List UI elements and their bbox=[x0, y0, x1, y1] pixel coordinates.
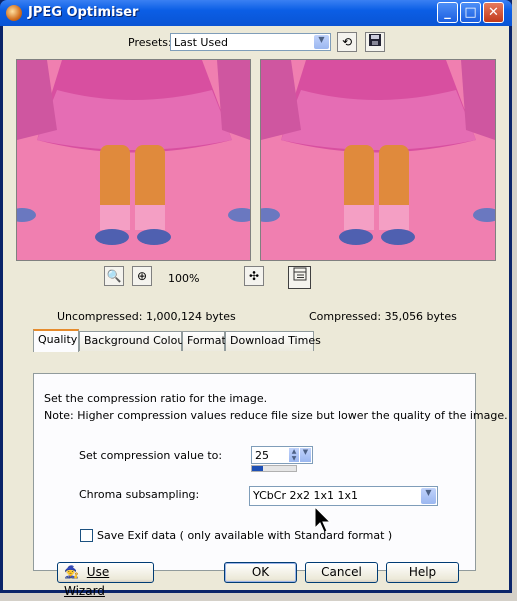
dialog-window: JPEG Optimiser _ □ ✕ Presets: Last Used … bbox=[0, 0, 512, 598]
chevron-down-icon[interactable]: ▼ bbox=[300, 448, 311, 462]
compression-value: 25 bbox=[255, 449, 269, 462]
zoom-out-button[interactable]: 🔍 bbox=[104, 266, 124, 286]
tab-background-colour[interactable]: Background Colour bbox=[79, 331, 189, 351]
presets-select[interactable]: Last Used ▼ bbox=[170, 33, 331, 51]
tab-format[interactable]: Format bbox=[182, 331, 226, 351]
chevron-down-icon[interactable]: ▼ bbox=[314, 35, 329, 49]
quality-panel: Set the compression ratio for the image.… bbox=[33, 373, 508, 571]
chevron-down-icon[interactable]: ▼ bbox=[421, 488, 436, 504]
undo-arrow-icon: ⟲ bbox=[341, 35, 353, 49]
exif-label: Save Exif data ( only available with Sta… bbox=[97, 529, 393, 542]
close-button[interactable]: ✕ bbox=[483, 2, 504, 23]
exif-checkbox[interactable] bbox=[80, 529, 93, 542]
zoom-in-button[interactable]: ⊕ bbox=[132, 266, 152, 286]
cancel-button[interactable]: Cancel bbox=[305, 562, 378, 583]
optimised-preview[interactable] bbox=[260, 59, 496, 261]
spin-up-down-icon[interactable]: ▲ ▼ bbox=[289, 448, 299, 462]
presets-label: Presets: bbox=[128, 36, 172, 49]
tab-strip: Quality Background Colour Format Downloa… bbox=[33, 329, 473, 353]
use-wizard-button[interactable]: 🧙 Use Wizard bbox=[57, 562, 154, 598]
minimize-button[interactable]: _ bbox=[437, 2, 458, 23]
quality-note: Note: Higher compression values reduce f… bbox=[44, 409, 508, 422]
chroma-label: Chroma subsampling: bbox=[79, 488, 200, 501]
wizard-hat-icon: 🧙 bbox=[64, 565, 79, 579]
compression-slider-fill bbox=[252, 466, 263, 471]
maximize-button[interactable]: □ bbox=[460, 2, 481, 23]
magnifier-plus-icon: ⊕ bbox=[136, 269, 148, 283]
uncompressed-size: Uncompressed: 1,000,124 bytes bbox=[57, 310, 236, 323]
ok-button[interactable]: OK bbox=[224, 562, 297, 583]
original-preview[interactable] bbox=[16, 59, 251, 261]
tab-download-times[interactable]: Download Times bbox=[225, 331, 321, 351]
compression-slider[interactable] bbox=[251, 465, 297, 472]
save-preset-button[interactable] bbox=[365, 32, 385, 52]
title-bar[interactable]: JPEG Optimiser _ □ ✕ bbox=[0, 0, 512, 26]
original-image bbox=[17, 60, 250, 260]
compression-spinbox[interactable]: 25 ▲ ▼ ▼ bbox=[251, 446, 313, 464]
chroma-value: YCbCr 2x2 1x1 1x1 bbox=[253, 489, 358, 502]
presets-value: Last Used bbox=[174, 36, 228, 49]
window-title: JPEG Optimiser bbox=[28, 5, 139, 20]
tab-quality[interactable]: Quality bbox=[33, 329, 79, 352]
floppy-disk-icon bbox=[369, 34, 381, 46]
move-cross-icon: ✣ bbox=[248, 269, 260, 283]
preview-toggle-button[interactable] bbox=[288, 266, 311, 289]
compressed-size: Compressed: 35,056 bytes bbox=[309, 310, 457, 323]
optimised-image bbox=[261, 60, 495, 260]
pan-button[interactable]: ✣ bbox=[244, 266, 264, 286]
reset-preset-button[interactable]: ⟲ bbox=[337, 32, 357, 52]
app-icon bbox=[6, 5, 22, 21]
chroma-select[interactable]: YCbCr 2x2 1x1 1x1 ▼ bbox=[249, 486, 438, 506]
magnifier-minus-icon: 🔍 bbox=[106, 269, 122, 283]
compression-label: Set compression value to: bbox=[79, 449, 223, 462]
dialog-body: Presets: Last Used ▼ ⟲ 🔍 ⊕ 100% ✣ Uncomp… bbox=[3, 26, 509, 598]
window-layout-icon bbox=[293, 267, 306, 281]
zoom-level: 100% bbox=[168, 272, 200, 285]
quality-description: Set the compression ratio for the image. bbox=[44, 392, 268, 405]
help-button[interactable]: Help bbox=[386, 562, 459, 583]
